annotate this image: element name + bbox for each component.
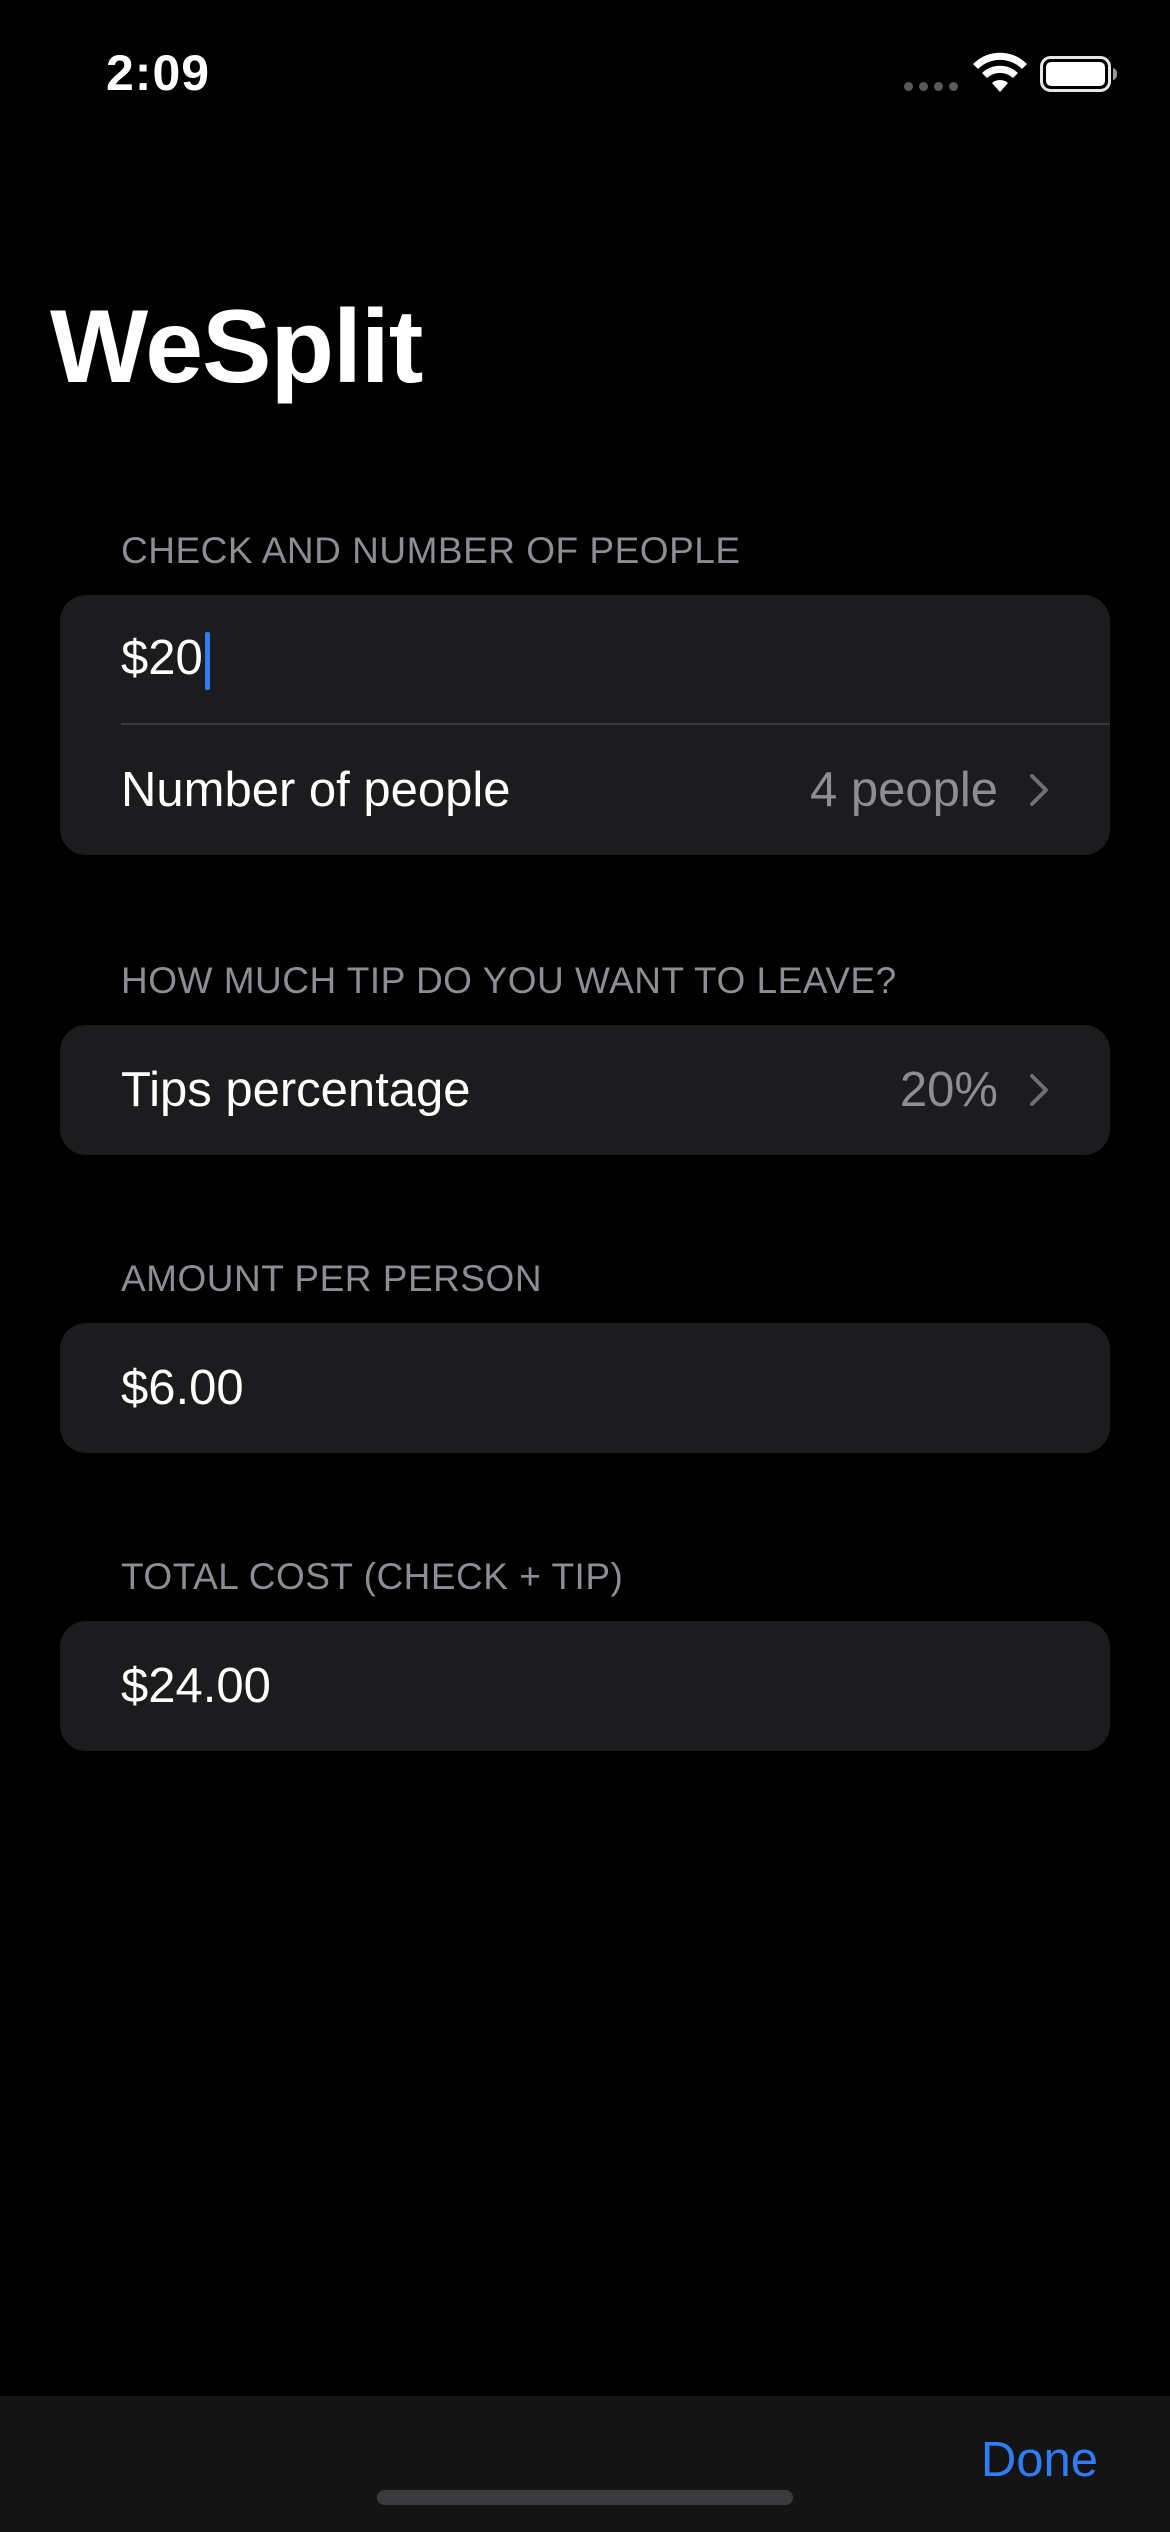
check-card: $20 Number of people 4 people <box>60 595 1110 855</box>
text-cursor <box>204 632 210 691</box>
status-time: 2:09 <box>106 45 211 101</box>
cellular-signal-icon <box>904 82 958 91</box>
number-of-people-value: 4 people <box>809 763 998 817</box>
battery-icon <box>1040 56 1117 92</box>
tips-percentage-label: Tips percentage <box>121 1063 471 1117</box>
check-amount-input[interactable]: $20 <box>121 630 1050 691</box>
number-of-people-picker[interactable]: Number of people 4 people <box>60 725 1110 855</box>
section-header-tip: HOW MUCH TIP DO YOU WANT TO LEAVE? <box>121 960 897 1001</box>
per-person-card: $6.00 <box>60 1323 1110 1453</box>
section-header-per-person: AMOUNT PER PERSON <box>121 1258 543 1299</box>
done-button[interactable]: Done <box>981 2432 1098 2488</box>
number-of-people-label: Number of people <box>121 763 511 817</box>
section-header-total: TOTAL COST (CHECK + TIP) <box>121 1556 624 1597</box>
chevron-right-icon <box>1030 1074 1048 1106</box>
chevron-right-icon <box>1030 774 1048 806</box>
home-indicator[interactable] <box>377 2490 793 2505</box>
tips-percentage-value: 20% <box>899 1063 998 1117</box>
total-cost-row: $24.00 <box>60 1621 1110 1751</box>
status-bar: 2:09 <box>0 0 1170 140</box>
check-amount-field[interactable]: $20 <box>60 595 1110 725</box>
keyboard-toolbar: Done <box>0 2396 1170 2532</box>
total-card: $24.00 <box>60 1621 1110 1751</box>
tips-percentage-picker[interactable]: Tips percentage 20% <box>60 1025 1110 1155</box>
wifi-icon <box>973 52 1027 92</box>
total-cost-value: $24.00 <box>121 1659 271 1713</box>
tip-card: Tips percentage 20% <box>60 1025 1110 1155</box>
page-title: WeSplit <box>50 289 423 405</box>
section-header-check: CHECK AND NUMBER OF PEOPLE <box>121 530 741 571</box>
amount-per-person-value: $6.00 <box>121 1361 244 1415</box>
amount-per-person-row: $6.00 <box>60 1323 1110 1453</box>
